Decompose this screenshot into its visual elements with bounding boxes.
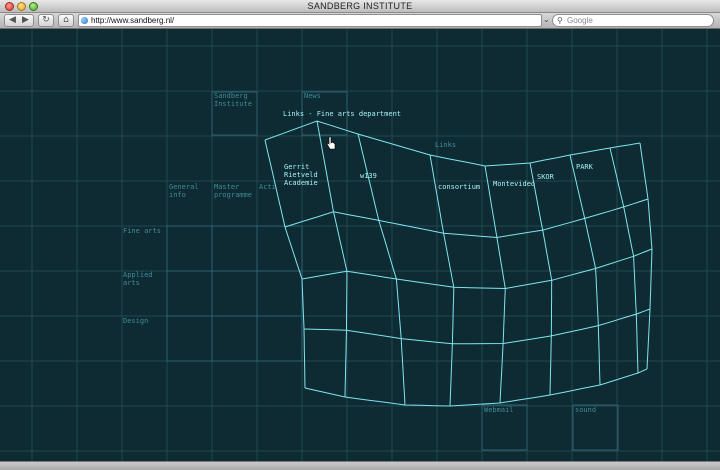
site-globe-icon	[81, 17, 88, 24]
applied-master-box[interactable]	[211, 270, 258, 317]
applied-activities-box[interactable]	[256, 270, 303, 317]
design-master-box[interactable]	[211, 315, 258, 362]
address-dropdown-icon[interactable]: ⌄	[543, 14, 550, 25]
links-mesh[interactable]	[264, 120, 653, 407]
fine-arts-link[interactable]: Fine arts	[123, 227, 161, 235]
link-w139[interactable]: w139	[360, 172, 377, 180]
applied-general-box[interactable]	[166, 270, 213, 317]
site-canvas: Sandberg Institute News Links General in…	[0, 29, 720, 461]
mesh-line	[484, 165, 506, 404]
master-programme-link[interactable]: Master programme	[214, 183, 252, 199]
mesh-line	[304, 368, 648, 407]
hand-cursor-icon	[326, 136, 336, 150]
fine-arts-master-box[interactable]	[211, 225, 258, 272]
close-window-button[interactable]	[5, 2, 14, 11]
sound-link[interactable]: sound	[575, 406, 596, 414]
forward-icon[interactable]: ▶	[19, 15, 32, 26]
mesh-line	[301, 248, 653, 290]
link-consortium[interactable]: consortium	[438, 183, 480, 191]
link-skor[interactable]: SKOR	[537, 173, 555, 181]
search-field[interactable]: ⚲ Google	[552, 14, 714, 27]
activities-link[interactable]: Acti	[259, 183, 276, 191]
link-gerrit-rietveld-academie[interactable]: Gerrit Rietveld Academie	[284, 163, 322, 187]
links-heading: Links	[435, 141, 456, 149]
design-activities-box[interactable]	[256, 315, 303, 362]
reload-icon: ↻	[42, 15, 50, 25]
webmail-link[interactable]: Webmail	[484, 406, 514, 414]
design-general-box[interactable]	[166, 315, 213, 362]
mesh-line	[316, 120, 348, 398]
reload-button[interactable]: ↻	[38, 14, 54, 27]
breadcrumb: Links - Fine arts department	[283, 110, 401, 118]
design-link[interactable]: Design	[123, 317, 148, 325]
mesh-line	[639, 142, 653, 370]
mesh-line	[529, 162, 553, 396]
general-info-link[interactable]: General info	[169, 183, 203, 199]
fine-arts-activities-box[interactable]	[256, 225, 303, 272]
link-montevideo[interactable]: Montevideo	[493, 180, 535, 188]
window-titlebar: SANDBERG INSTITUTE	[0, 0, 720, 13]
address-input[interactable]: http://www.sandberg.nl/	[91, 15, 174, 26]
mesh-line	[609, 147, 639, 374]
news-link[interactable]: News	[304, 92, 321, 100]
home-button[interactable]: ⌂	[58, 14, 74, 27]
sandberg-institute-link[interactable]: Sandberg Institute	[214, 92, 252, 108]
window-title: SANDBERG INSTITUTE	[307, 1, 413, 11]
minimize-window-button[interactable]	[17, 2, 26, 11]
mesh-line	[569, 154, 601, 386]
background-grid	[0, 29, 720, 461]
home-icon: ⌂	[63, 15, 69, 25]
mesh-line	[284, 198, 649, 239]
browser-toolbar: ◀ ▶ ↻ ⌂ http://www.sandberg.nl/ ⌄ ⚲ Googl…	[0, 13, 720, 29]
web-page: Sandberg Institute News Links General in…	[0, 29, 720, 461]
search-input[interactable]: Google	[567, 15, 593, 26]
mesh-line	[429, 154, 455, 407]
address-bar[interactable]: http://www.sandberg.nl/	[78, 14, 542, 27]
link-park[interactable]: PARK	[576, 163, 594, 171]
fine-arts-general-box[interactable]	[166, 225, 213, 272]
back-forward-buttons[interactable]: ◀ ▶	[4, 14, 34, 27]
applied-arts-link[interactable]: Applied arts	[123, 271, 157, 287]
back-icon[interactable]: ◀	[6, 15, 19, 26]
zoom-window-button[interactable]	[29, 2, 38, 11]
search-icon: ⚲	[557, 16, 563, 25]
